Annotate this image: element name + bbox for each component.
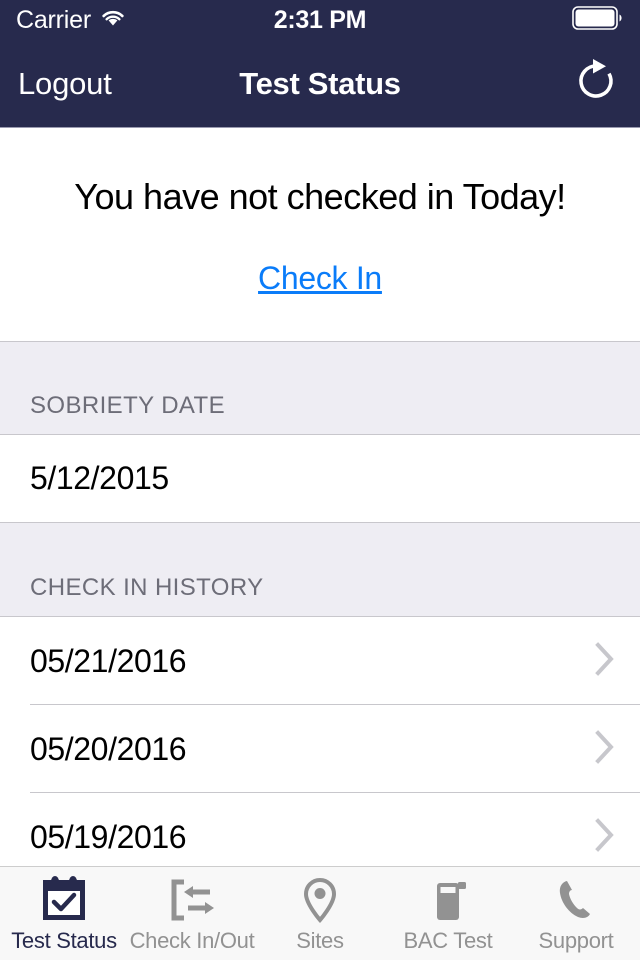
calendar-check-icon — [38, 875, 90, 925]
check-in-history-section-header: CHECK IN HISTORY — [0, 523, 640, 617]
logout-button[interactable]: Logout — [18, 66, 112, 102]
tab-label: Check In/Out — [129, 928, 255, 953]
tab-check-in-out[interactable]: Check In/Out — [128, 867, 256, 960]
chevron-right-icon — [594, 817, 616, 858]
navigation-bar: Logout Test Status — [0, 40, 640, 128]
chevron-right-icon — [594, 729, 616, 770]
check-in-history-list[interactable]: 05/21/2016 05/20/2016 05/19/2016 — [0, 617, 640, 881]
carrier-label: Carrier — [16, 5, 91, 34]
table-row[interactable]: 05/21/2016 — [0, 617, 640, 705]
status-bar-left: Carrier — [16, 6, 126, 35]
tab-label: Sites — [296, 928, 344, 953]
status-bar-right — [572, 5, 624, 35]
check-in-date: 05/21/2016 — [30, 642, 187, 679]
checkin-status-message: You have not checked in Today! — [74, 176, 566, 217]
check-in-history-section-label: CHECK IN HISTORY — [30, 574, 264, 601]
tab-test-status[interactable]: Test Status — [0, 867, 128, 960]
refresh-icon — [573, 57, 619, 110]
chevron-right-icon — [594, 641, 616, 682]
tab-bac-test[interactable]: BAC Test — [384, 867, 512, 960]
check-in-date: 05/19/2016 — [30, 818, 187, 855]
tab-support[interactable]: Support — [512, 867, 640, 960]
wifi-icon — [100, 8, 126, 33]
check-in-link[interactable]: Check In — [258, 260, 382, 297]
table-row[interactable]: 05/20/2016 — [0, 705, 640, 793]
battery-full-icon — [572, 5, 624, 35]
check-in-out-icon — [166, 875, 218, 925]
tab-bar: Test Status Check In/Out Sites BAC Test … — [0, 866, 640, 960]
sobriety-date-cell[interactable]: 5/12/2015 — [0, 435, 640, 523]
refresh-button[interactable] — [570, 58, 622, 110]
sobriety-date-value: 5/12/2015 — [30, 460, 169, 496]
status-bar: Carrier 2:31 PM — [0, 0, 640, 40]
tab-label: BAC Test — [403, 928, 493, 953]
sobriety-date-section-header: SOBRIETY DATE — [0, 341, 640, 435]
tab-label: Support — [538, 928, 614, 953]
breathalyzer-icon — [422, 875, 474, 925]
sobriety-date-section-label: SOBRIETY DATE — [30, 392, 226, 419]
tab-sites[interactable]: Sites — [256, 867, 384, 960]
tab-label: Test Status — [11, 928, 117, 953]
phone-icon — [550, 875, 602, 925]
map-pin-icon — [294, 875, 346, 925]
checkin-status-panel: You have not checked in Today! Check In — [0, 128, 640, 341]
check-in-date: 05/20/2016 — [30, 730, 187, 767]
